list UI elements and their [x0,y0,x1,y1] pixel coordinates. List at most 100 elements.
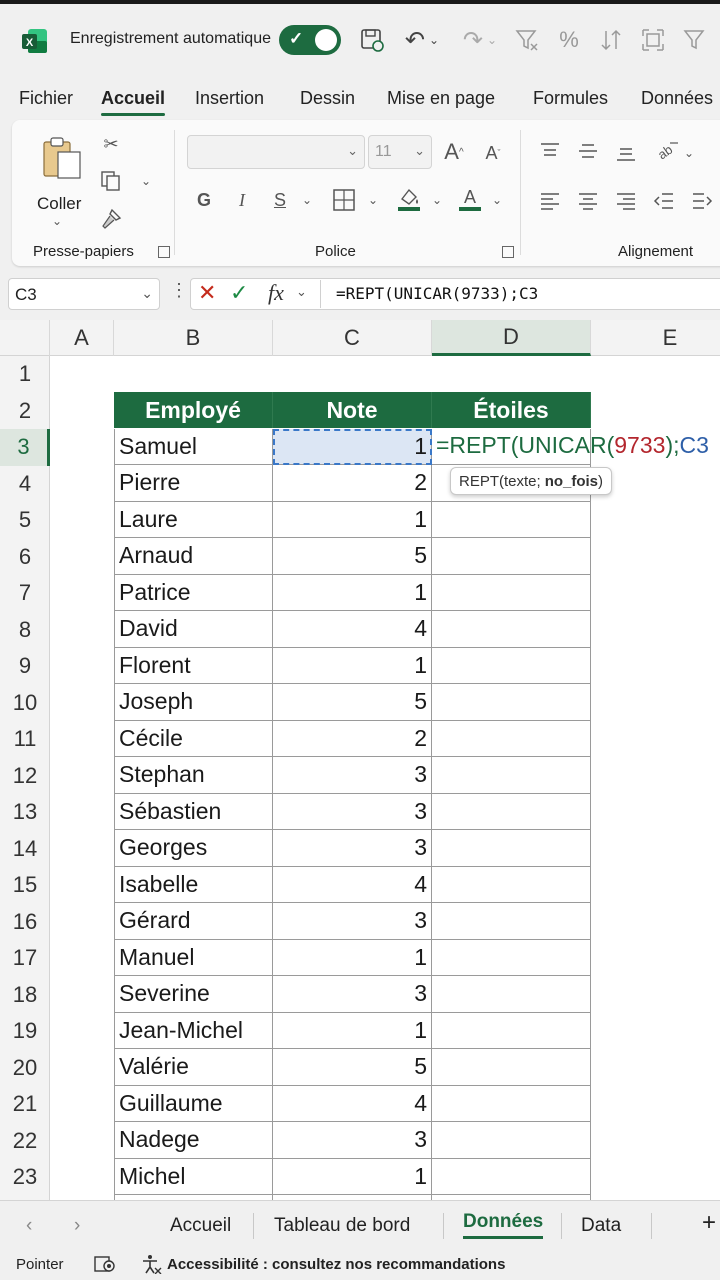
stars-cell[interactable] [432,1012,591,1049]
note-cell[interactable]: 1 [273,428,432,465]
stars-cell[interactable] [432,830,591,867]
stars-cell[interactable] [432,1122,591,1159]
clipboard-launcher-icon[interactable] [158,246,170,258]
stars-cell[interactable] [432,501,591,538]
function-tooltip[interactable]: REPT(texte; no_fois) [450,467,613,495]
note-cell[interactable]: 2 [273,465,432,502]
row-header-17[interactable]: 17 [0,940,50,977]
employee-name-cell[interactable]: Patrice [114,574,273,611]
bold-button[interactable]: G [192,186,216,214]
stars-cell[interactable] [432,1158,591,1195]
chevron-down-icon[interactable]: ⌄ [366,190,380,210]
stars-cell[interactable] [432,1049,591,1086]
font-name-dropdown[interactable]: ⌄ [187,135,365,169]
note-cell[interactable]: 4 [273,611,432,648]
name-box[interactable]: C3 ⌄ [8,278,160,310]
font-launcher-icon[interactable] [502,246,514,258]
more-options-icon[interactable]: ⋮ [170,280,188,301]
shrink-font-icon[interactable]: Aˇ [480,140,506,166]
cell-edit-formula[interactable]: =REPT(UNICAR(9733);C3 [436,432,709,459]
row-header-5[interactable]: 5 [0,502,50,539]
chevron-down-icon[interactable]: ⌄ [296,284,307,300]
stars-cell[interactable] [432,866,591,903]
note-cell[interactable]: 1 [273,939,432,976]
row-header-22[interactable]: 22 [0,1123,50,1160]
note-cell[interactable]: 1 [273,1158,432,1195]
copy-icon[interactable] [98,168,124,194]
select-all-corner[interactable] [0,320,50,356]
macro-record-icon[interactable] [94,1254,116,1278]
stars-cell[interactable] [432,647,591,684]
employee-name-cell[interactable]: Michel [114,1158,273,1195]
undo-button[interactable]: ↶ ⌄ [398,24,446,56]
sort-icon[interactable] [596,24,626,56]
percent-icon[interactable]: % [554,24,584,56]
row-header-21[interactable]: 21 [0,1086,50,1123]
employee-name-cell[interactable]: Isabelle [114,866,273,903]
note-cell[interactable]: 1 [273,1012,432,1049]
note-cell[interactable]: 1 [273,501,432,538]
decrease-indent-icon[interactable] [652,190,676,212]
align-right-icon[interactable] [614,190,638,212]
row-header-23[interactable]: 23 [0,1159,50,1196]
note-cell[interactable]: 5 [273,1049,432,1086]
font-color-icon[interactable]: A [456,184,484,214]
employee-name-cell[interactable]: Severine [114,976,273,1013]
cancel-icon[interactable]: ✕ [198,280,216,306]
employee-name-cell[interactable]: Laure [114,501,273,538]
employee-name-cell[interactable]: Pierre [114,465,273,502]
note-cell[interactable]: 1 [273,574,432,611]
redo-button[interactable]: ↷ ⌄ [456,24,504,56]
row-header-11[interactable]: 11 [0,721,50,758]
chevron-down-icon[interactable]: ⌄ [490,190,504,210]
employee-name-cell[interactable]: Samuel [114,428,273,465]
employee-name-cell[interactable]: Florent [114,647,273,684]
tab-insertion[interactable]: Insertion [195,88,264,109]
sheet-tab-data[interactable]: Data [581,1215,621,1237]
sheet-tab-donnees[interactable]: Données [463,1211,544,1239]
stars-cell[interactable] [432,684,591,721]
row-header-19[interactable]: 19 [0,1013,50,1050]
header-etoiles[interactable]: Étoiles [432,392,591,428]
row-header-18[interactable]: 18 [0,977,50,1014]
employee-name-cell[interactable]: Georges [114,830,273,867]
stars-cell[interactable] [432,1085,591,1122]
row-header-15[interactable]: 15 [0,867,50,904]
employee-name-cell[interactable]: Stephan [114,757,273,794]
row-header-8[interactable]: 8 [0,612,50,649]
tab-formules[interactable]: Formules [533,88,608,109]
column-header-a[interactable]: A [50,320,114,356]
note-cell[interactable]: 4 [273,866,432,903]
note-cell[interactable]: 2 [273,720,432,757]
stars-cell[interactable] [432,574,591,611]
employee-name-cell[interactable]: Sébastien [114,793,273,830]
font-size-dropdown[interactable]: 11 ⌄ [368,135,432,169]
employee-name-cell[interactable]: Guillaume [114,1085,273,1122]
chevron-down-icon[interactable]: ⌄ [300,190,314,210]
accessibility-icon[interactable] [140,1254,162,1278]
chevron-left-icon[interactable]: ‹ [26,1215,32,1237]
header-employe[interactable]: Employé [114,392,273,428]
note-cell[interactable]: 5 [273,538,432,575]
row-header-20[interactable]: 20 [0,1050,50,1087]
row-header-13[interactable]: 13 [0,794,50,831]
note-cell[interactable]: 3 [273,903,432,940]
tab-donnees[interactable]: Données [641,88,713,109]
row-header-10[interactable]: 10 [0,685,50,722]
align-left-icon[interactable] [538,190,562,212]
row-header-2[interactable]: 2 [0,393,50,430]
stars-cell[interactable] [432,793,591,830]
italic-button[interactable]: I [230,186,254,214]
cut-icon[interactable]: ✂ [100,132,122,156]
row-header-7[interactable]: 7 [0,575,50,612]
sheet-tab-tableau-de-bord[interactable]: Tableau de bord [274,1215,410,1237]
note-cell[interactable]: 3 [273,793,432,830]
row-header-3[interactable]: 3 [0,429,50,466]
tab-mise-en-page[interactable]: Mise en page [387,88,495,109]
chevron-right-icon[interactable]: › [74,1215,80,1237]
autosave-toggle[interactable]: ✓ [279,25,341,55]
employee-name-cell[interactable]: Cécile [114,720,273,757]
column-header-e[interactable]: E [591,320,720,356]
note-cell[interactable]: 5 [273,684,432,721]
align-middle-icon[interactable] [576,140,600,162]
